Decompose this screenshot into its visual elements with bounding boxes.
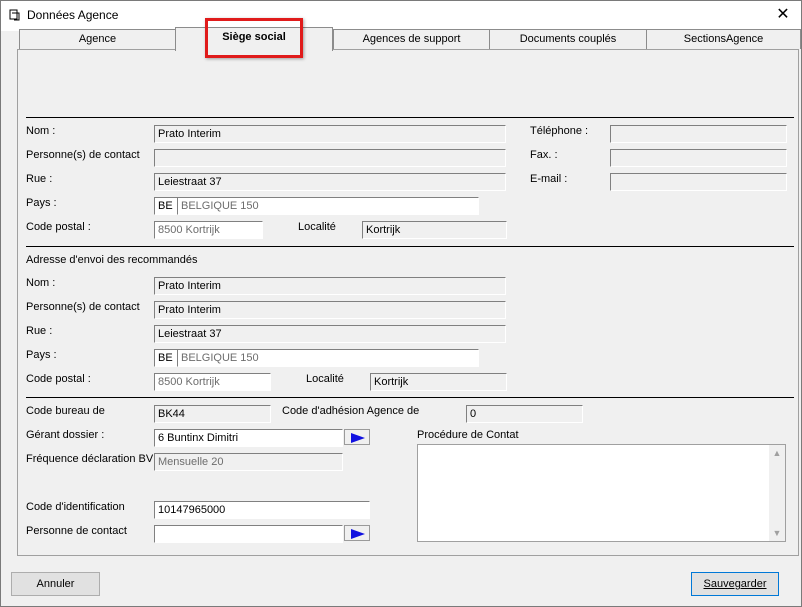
arrow-right-icon <box>351 529 365 539</box>
arrow-right-icon <box>351 433 365 443</box>
tab-sections-agence[interactable]: SectionsAgence <box>646 29 801 49</box>
rm-country-name-field[interactable]: BELGIQUE 150 <box>177 349 479 367</box>
country-name-field[interactable]: BELGIQUE 150 <box>177 197 479 215</box>
rm-street-field[interactable]: Leiestraat 37 <box>154 325 506 343</box>
rm-name-label: Nom : <box>26 277 56 289</box>
title-bar: Données Agence ✕ <box>1 1 801 31</box>
registered-mail-title: Adresse d'envoi des recommandés <box>26 254 198 266</box>
ident-label: Code d'identification <box>26 501 125 513</box>
phone-label: Téléphone : <box>530 125 589 137</box>
email-field[interactable] <box>610 173 787 191</box>
email-label: E-mail : <box>530 173 568 185</box>
frequency-label: Fréquence déclaration BV <box>26 453 154 465</box>
rm-country-label: Pays : <box>26 349 57 361</box>
save-button[interactable]: Sauvegarder <box>691 572 779 596</box>
city-label: Localité <box>298 221 336 233</box>
tab-agence[interactable]: Agence <box>19 29 176 49</box>
save-button-label: Sauvegarder <box>703 578 767 590</box>
rm-contact-field[interactable]: Prato Interim <box>154 301 506 319</box>
tab-siege-social[interactable]: Siège social <box>175 27 333 51</box>
cancel-button[interactable]: Annuler <box>11 572 100 596</box>
close-icon[interactable]: ✕ <box>765 1 801 29</box>
adhesion-field[interactable]: 0 <box>466 405 583 423</box>
rm-name-field[interactable]: Prato Interim <box>154 277 506 295</box>
window-title: Données Agence <box>27 8 119 22</box>
city-field[interactable]: Kortrijk <box>362 221 507 239</box>
separator <box>26 397 794 398</box>
rm-street-label: Rue : <box>26 325 53 337</box>
contact-person-select-button[interactable] <box>344 525 370 541</box>
separator <box>26 117 794 118</box>
fax-field[interactable] <box>610 149 787 167</box>
separator <box>26 246 794 247</box>
rm-city-field[interactable]: Kortrijk <box>370 373 507 391</box>
rm-postal-field[interactable]: 8500 Kortrijk <box>154 373 271 391</box>
bureau-label: Code bureau de <box>26 405 105 417</box>
rm-country-code-field[interactable]: BE <box>154 349 178 367</box>
dialog-window: Données Agence ✕ Agence Siège social Age… <box>0 0 802 607</box>
name-label: Nom : <box>26 125 56 137</box>
tab-documents-couples[interactable]: Documents couplés <box>489 29 647 49</box>
name-field[interactable]: Prato Interim <box>154 125 506 143</box>
postal-label: Code postal : <box>26 221 91 233</box>
frequency-field[interactable]: Mensuelle 20 <box>154 453 343 471</box>
street-label: Rue : <box>26 173 53 185</box>
country-code-field[interactable]: BE <box>154 197 178 215</box>
scroll-up-icon[interactable]: ▲ <box>769 445 785 461</box>
manager-field[interactable]: 6 Buntinx Dimitri <box>154 429 343 447</box>
contact-label: Personne(s) de contact <box>26 149 140 161</box>
scroll-down-icon[interactable]: ▼ <box>769 525 785 541</box>
rm-postal-label: Code postal : <box>26 373 91 385</box>
vertical-scrollbar[interactable]: ▲ ▼ <box>769 445 785 541</box>
app-icon <box>9 9 20 21</box>
rm-contact-label: Personne(s) de contact <box>26 301 140 313</box>
contact-field[interactable] <box>154 149 506 167</box>
rm-city-label: Localité <box>306 373 344 385</box>
bureau-field[interactable]: BK44 <box>154 405 271 423</box>
procedure-textarea[interactable]: ▲ ▼ <box>417 444 786 542</box>
contact-person-label: Personne de contact <box>26 525 127 537</box>
procedure-label: Procédure de Contat <box>417 429 519 441</box>
phone-field[interactable] <box>610 125 787 143</box>
ident-field[interactable]: 10147965000 <box>154 501 370 519</box>
contact-person-field[interactable] <box>154 525 343 543</box>
tab-agences-de-support[interactable]: Agences de support <box>333 29 490 49</box>
street-field[interactable]: Leiestraat 37 <box>154 173 506 191</box>
country-label: Pays : <box>26 197 57 209</box>
adhesion-label: Code d'adhésion Agence de <box>282 405 420 417</box>
fax-label: Fax. : <box>530 149 558 161</box>
manager-label: Gérant dossier : <box>26 429 105 441</box>
postal-field[interactable]: 8500 Kortrijk <box>154 221 263 239</box>
manager-select-button[interactable] <box>344 429 370 445</box>
